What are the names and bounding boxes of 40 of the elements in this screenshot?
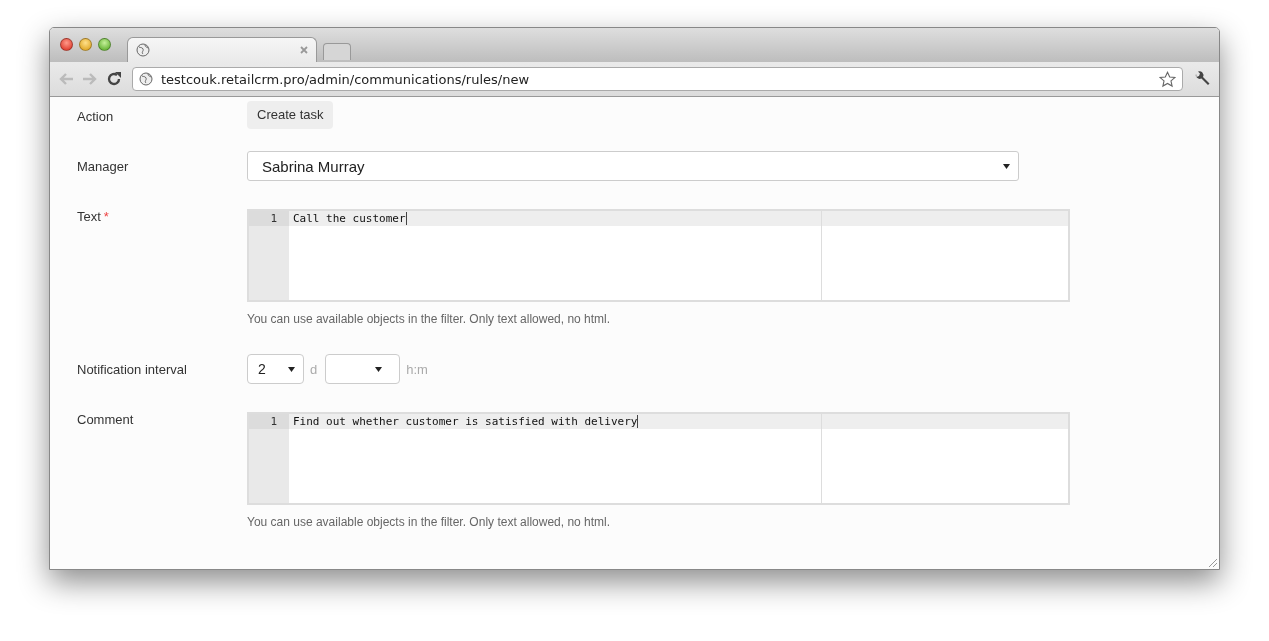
caret-icon xyxy=(288,366,295,372)
caret-icon xyxy=(375,366,383,372)
code-line: Call the customer xyxy=(293,212,407,225)
field-label: Manager xyxy=(77,159,129,174)
close-window-button[interactable] xyxy=(60,38,73,51)
field-label: Notification interval xyxy=(77,362,187,377)
field-label: Action xyxy=(77,109,114,124)
select-value: Sabrina Murray xyxy=(262,157,365,175)
new-tab-button[interactable] xyxy=(323,43,351,60)
hint-text: You can use available objects in the filter. Only text allowed, no html. xyxy=(247,312,612,326)
select-value: 2 xyxy=(258,361,266,377)
zoom-window-button[interactable] xyxy=(98,38,111,51)
code-editor[interactable]: 1 Find out whether customer is satisfied with delivery xyxy=(247,412,1070,505)
interval-select[interactable] xyxy=(325,354,401,384)
code-line: Find out whether customer is satisfied with delivery xyxy=(293,415,639,428)
reload-icon[interactable] xyxy=(106,71,122,87)
caret-icon xyxy=(1003,163,1010,169)
field-label: Text xyxy=(77,209,101,224)
globe-icon xyxy=(139,72,153,86)
line-number: 1 xyxy=(249,211,289,226)
globe-icon xyxy=(136,43,150,57)
minimize-window-button[interactable] xyxy=(79,38,92,51)
back-icon[interactable] xyxy=(58,72,74,86)
interval-select[interactable]: 2 xyxy=(247,354,304,384)
required-asterisk: * xyxy=(103,209,109,224)
browser-tab[interactable] xyxy=(127,37,317,62)
close-tab-icon[interactable] xyxy=(300,46,308,54)
hint-text: You can use available objects in the filter. Only text allowed, no html. xyxy=(247,515,612,529)
action-button[interactable]: Create task xyxy=(247,101,334,129)
manager-select[interactable]: Sabrina Murray xyxy=(247,151,1019,181)
address-bar[interactable]: testcouk.retailcrm.pro/admin/communications/rules/new xyxy=(132,67,1183,91)
address-text: testcouk.retailcrm.pro/admin/communications/rules/new xyxy=(161,71,531,87)
unit-label: d xyxy=(310,361,318,377)
line-number: 1 xyxy=(249,414,289,429)
unit-label: h:m xyxy=(406,361,428,377)
resize-grip-icon[interactable] xyxy=(1208,558,1218,568)
field-label: Comment xyxy=(77,412,134,427)
code-editor[interactable]: 1 Call the customer xyxy=(247,209,1070,302)
forward-icon[interactable] xyxy=(82,72,98,86)
bookmark-star-icon[interactable] xyxy=(1159,70,1176,88)
